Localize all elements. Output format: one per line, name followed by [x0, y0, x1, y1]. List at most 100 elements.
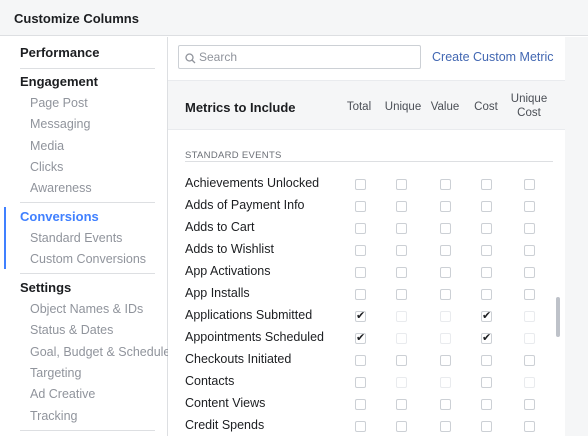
metric-checkbox-value[interactable]	[440, 201, 451, 212]
divider	[20, 68, 155, 69]
metric-checkbox-unique[interactable]	[396, 289, 407, 300]
active-section-indicator	[4, 207, 6, 269]
metric-checkbox-total[interactable]	[355, 223, 366, 234]
sidebar-item-standard-events[interactable]: Standard Events	[30, 231, 122, 245]
metric-checkbox-value[interactable]	[440, 333, 451, 344]
metric-checkbox-cost[interactable]	[481, 421, 492, 432]
metric-checkbox-unique-cost[interactable]	[524, 399, 535, 410]
metric-checkbox-unique[interactable]	[396, 201, 407, 212]
metric-checkbox-cost[interactable]	[481, 245, 492, 256]
dialog-title: Customize Columns	[14, 11, 139, 26]
metric-checkbox-unique-cost[interactable]	[524, 201, 535, 212]
metric-checkbox-cost[interactable]	[481, 201, 492, 212]
metric-checkbox-unique[interactable]	[396, 355, 407, 366]
search-box[interactable]	[178, 45, 421, 69]
sidebar-conversions[interactable]: Conversions	[20, 209, 99, 224]
metric-checkbox-total[interactable]	[355, 179, 366, 190]
metric-checkbox-total[interactable]	[355, 421, 366, 432]
sidebar-performance[interactable]: Performance	[20, 45, 99, 60]
metric-checkbox-value[interactable]	[440, 267, 451, 278]
sidebar-item-ad-creative[interactable]: Ad Creative	[30, 387, 95, 401]
metric-checkbox-unique-cost[interactable]	[524, 377, 535, 388]
divider	[20, 273, 155, 274]
metric-checkbox-cost[interactable]	[481, 377, 492, 388]
metric-checkbox-total[interactable]	[355, 267, 366, 278]
metric-checkbox-cost[interactable]	[481, 289, 492, 300]
metric-checkbox-value[interactable]	[440, 311, 451, 322]
sidebar-item-awareness[interactable]: Awareness	[30, 181, 92, 195]
sidebar-item-media[interactable]: Media	[30, 139, 64, 153]
sidebar-item-clicks[interactable]: Clicks	[30, 160, 63, 174]
metric-checkbox-cost[interactable]: ✔	[481, 310, 492, 322]
metric-checkbox-unique-cost[interactable]	[524, 267, 535, 278]
metric-checkbox-total[interactable]	[355, 289, 366, 300]
metric-checkbox-unique-cost[interactable]	[524, 421, 535, 432]
metric-checkbox-value[interactable]	[440, 421, 451, 432]
metric-checkbox-unique-cost[interactable]	[524, 311, 535, 322]
metric-row-label: Contacts	[185, 374, 235, 388]
metric-checkbox-unique[interactable]	[396, 223, 407, 234]
metric-checkbox-total[interactable]	[355, 399, 366, 410]
metric-checkbox-value[interactable]	[440, 377, 451, 388]
metrics-title: Metrics to Include	[185, 100, 296, 115]
metric-checkbox-value[interactable]	[440, 245, 451, 256]
column-header-value: Value	[430, 101, 460, 113]
metric-checkbox-unique[interactable]	[396, 267, 407, 278]
metric-row-label: Achievements Unlocked	[185, 176, 320, 190]
scrollbar-thumb[interactable]	[556, 297, 560, 337]
metric-checkbox-unique-cost[interactable]	[524, 289, 535, 300]
dialog-header: Customize Columns	[0, 0, 588, 36]
metric-row-label: App Installs	[185, 286, 250, 300]
metric-checkbox-cost[interactable]: ✔	[481, 332, 492, 344]
metric-row-label: Adds to Wishlist	[185, 242, 274, 256]
metric-row-label: App Activations	[185, 264, 271, 278]
metric-checkbox-unique-cost[interactable]	[524, 245, 535, 256]
metric-checkbox-unique[interactable]	[396, 179, 407, 190]
metric-checkbox-value[interactable]	[440, 399, 451, 410]
metric-checkbox-value[interactable]	[440, 223, 451, 234]
metric-checkbox-unique-cost[interactable]	[524, 333, 535, 344]
metric-checkbox-unique[interactable]	[396, 245, 407, 256]
metric-checkbox-value[interactable]	[440, 289, 451, 300]
metric-checkbox-total[interactable]	[355, 377, 366, 388]
metric-checkbox-unique-cost[interactable]	[524, 355, 535, 366]
metric-checkbox-cost[interactable]	[481, 223, 492, 234]
metric-checkbox-cost[interactable]	[481, 399, 492, 410]
sidebar-item-goal-budget-schedule[interactable]: Goal, Budget & Schedule	[30, 345, 170, 359]
sidebar-item-object-names[interactable]: Object Names & IDs	[30, 302, 143, 316]
scrollbar-track[interactable]	[565, 37, 588, 436]
metric-checkbox-value[interactable]	[440, 179, 451, 190]
metric-row-label: Applications Submitted	[185, 308, 313, 322]
check-icon: ✔	[482, 332, 492, 344]
sidebar-engagement[interactable]: Engagement	[20, 74, 98, 89]
metric-checkbox-unique[interactable]	[396, 421, 407, 432]
metric-checkbox-total[interactable]	[355, 201, 366, 212]
column-header-total: Total	[346, 101, 372, 113]
metric-checkbox-cost[interactable]	[481, 355, 492, 366]
sidebar-item-custom-conversions[interactable]: Custom Conversions	[30, 252, 146, 266]
metric-checkbox-value[interactable]	[440, 355, 451, 366]
metric-checkbox-total[interactable]	[355, 355, 366, 366]
divider	[20, 430, 155, 431]
sidebar-item-status-dates[interactable]: Status & Dates	[30, 323, 113, 337]
metric-row-label: Adds to Cart	[185, 220, 255, 234]
metric-checkbox-unique[interactable]	[396, 333, 407, 344]
metric-checkbox-cost[interactable]	[481, 179, 492, 190]
metric-checkbox-total[interactable]: ✔	[355, 310, 366, 322]
metric-checkbox-unique[interactable]	[396, 399, 407, 410]
metric-checkbox-unique-cost[interactable]	[524, 179, 535, 190]
metric-checkbox-unique[interactable]	[396, 311, 407, 322]
metric-checkbox-total[interactable]	[355, 245, 366, 256]
sidebar: Performance Engagement Page Post Messagi…	[0, 37, 170, 436]
sidebar-item-messaging[interactable]: Messaging	[30, 117, 90, 131]
metric-checkbox-cost[interactable]	[481, 267, 492, 278]
metric-checkbox-unique[interactable]	[396, 377, 407, 388]
search-input[interactable]	[199, 48, 414, 66]
sidebar-item-tracking[interactable]: Tracking	[30, 409, 77, 423]
sidebar-item-page-post[interactable]: Page Post	[30, 96, 88, 110]
sidebar-settings[interactable]: Settings	[20, 280, 71, 295]
metric-checkbox-unique-cost[interactable]	[524, 223, 535, 234]
sidebar-item-targeting[interactable]: Targeting	[30, 366, 81, 380]
metric-checkbox-total[interactable]: ✔	[355, 332, 366, 344]
create-custom-metric-link[interactable]: Create Custom Metric	[432, 50, 554, 64]
